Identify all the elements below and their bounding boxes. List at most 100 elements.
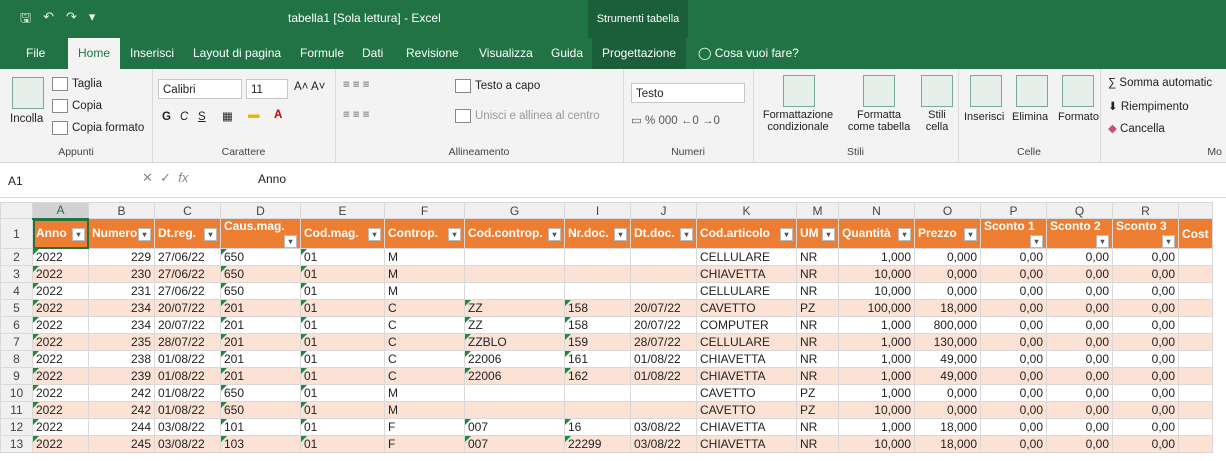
table-column-header[interactable]: Prezzo ▾ [914,218,981,249]
table-cell[interactable]: C [384,333,465,351]
font-name-select[interactable]: Calibri [158,79,242,99]
row-header[interactable]: 12 [0,418,33,436]
table-cell[interactable]: 201 [220,316,301,334]
table-cell[interactable]: 27/06/22 [154,265,221,283]
table-cell[interactable]: 2022 [32,401,89,419]
table-cell[interactable]: 0,00 [980,248,1047,266]
table-cell[interactable] [1178,418,1213,436]
tab-view[interactable]: Visualizza [479,38,533,69]
table-cell[interactable]: 0,00 [980,316,1047,334]
table-column-header[interactable]: Cod.mag. ▾ [300,218,385,249]
table-cell[interactable]: 650 [220,384,301,402]
undo-icon[interactable]: ↶ [43,9,54,31]
table-column-header[interactable]: Dt.doc. ▾ [630,218,697,249]
table-cell[interactable]: 10,000 [838,265,915,283]
fill-color-icon[interactable]: ▬ [248,109,260,121]
italic-button[interactable]: C [180,111,188,123]
formula-input[interactable]: Anno [258,172,286,186]
table-column-header[interactable]: UM ▾ [796,218,839,249]
customize-icon[interactable]: ▾ [89,9,96,31]
table-cell[interactable]: PZ [796,384,839,402]
table-cell[interactable]: CAVETTO [696,384,797,402]
table-cell[interactable]: 158 [564,299,631,317]
table-cell[interactable]: 03/08/22 [630,418,697,436]
table-cell[interactable]: 20/07/22 [630,316,697,334]
tab-page-layout[interactable]: Layout di pagina [193,38,281,69]
clear-button[interactable]: ◆ Cancella [1108,121,1165,135]
table-cell[interactable]: 245 [88,435,155,453]
table-cell[interactable]: 01/08/22 [154,350,221,368]
table-cell[interactable]: 1,000 [838,333,915,351]
table-column-header[interactable]: Anno ▾ [32,218,89,249]
table-cell[interactable]: 10,000 [838,435,915,453]
table-cell[interactable] [1178,384,1213,402]
table-cell[interactable]: 1,000 [838,418,915,436]
filter-dropdown-icon[interactable]: ▾ [1162,235,1175,248]
table-cell[interactable]: 20/07/22 [154,316,221,334]
merge-center-button[interactable]: Unisci e allinea al centro [455,109,600,123]
tab-formulas[interactable]: Formule [300,38,344,69]
table-column-header[interactable]: Sconto 1 ▾ [980,218,1047,249]
table-cell[interactable] [630,401,697,419]
table-cell[interactable]: 2022 [32,248,89,266]
table-cell[interactable]: 235 [88,333,155,351]
table-cell[interactable]: 201 [220,333,301,351]
table-cell[interactable]: 234 [88,299,155,317]
table-cell[interactable]: CAVETTO [696,299,797,317]
font-color-icon[interactable]: A [274,109,282,121]
table-cell[interactable]: 01 [300,401,385,419]
table-cell[interactable]: 0,00 [1046,367,1113,385]
filter-dropdown-icon[interactable]: ▾ [822,228,835,241]
column-header[interactable]: G [464,202,565,219]
row-header[interactable]: 9 [0,367,33,385]
underline-button[interactable]: S [198,111,206,123]
table-cell[interactable]: 0,00 [1046,316,1113,334]
column-header[interactable]: R [1112,202,1179,219]
table-cell[interactable] [630,282,697,300]
table-cell[interactable]: 201 [220,350,301,368]
filter-dropdown-icon[interactable]: ▾ [614,228,627,241]
table-cell[interactable]: 0,00 [980,367,1047,385]
insert-cells-button[interactable]: Inserisci [964,111,1004,123]
table-cell[interactable] [1178,401,1213,419]
tab-design[interactable]: Progettazione [592,38,687,69]
column-header[interactable]: E [300,202,385,219]
table-cell[interactable]: 0,00 [1112,367,1179,385]
conditional-format-button[interactable]: Formattazione condizionale [757,109,839,133]
cell-styles-icon[interactable] [921,75,953,107]
format-as-table-button[interactable]: Formatta come tabella [843,109,915,133]
format-painter-button[interactable]: Copia formato [52,121,144,135]
fill-button[interactable]: ⬇ Riempimento [1108,99,1189,113]
table-cell[interactable]: 130,000 [914,333,981,351]
table-cell[interactable]: C [384,367,465,385]
table-cell[interactable] [630,265,697,283]
table-cell[interactable]: 0,00 [1046,350,1113,368]
table-cell[interactable]: C [384,316,465,334]
table-cell[interactable]: 161 [564,350,631,368]
table-cell[interactable] [564,401,631,419]
table-cell[interactable]: 0,00 [980,350,1047,368]
delete-cells-icon[interactable] [1016,75,1048,107]
table-cell[interactable]: 0,00 [1046,418,1113,436]
table-cell[interactable]: 2022 [32,282,89,300]
row-header[interactable]: 2 [0,248,33,266]
table-cell[interactable]: 1,000 [838,350,915,368]
table-column-header[interactable]: Cod.articolo ▾ [696,218,797,249]
table-cell[interactable]: 22006 [464,350,565,368]
table-cell[interactable] [1178,333,1213,351]
table-cell[interactable]: 0,00 [980,265,1047,283]
table-column-header[interactable]: Controp. ▾ [384,218,465,249]
table-cell[interactable]: M [384,401,465,419]
table-cell[interactable]: 2022 [32,435,89,453]
column-header[interactable]: Q [1046,202,1113,219]
table-cell[interactable]: 0,00 [1112,435,1179,453]
table-cell[interactable]: 49,000 [914,367,981,385]
table-cell[interactable]: 01 [300,282,385,300]
table-column-header[interactable]: Sconto 2 ▾ [1046,218,1113,249]
table-cell[interactable]: 01 [300,248,385,266]
filter-dropdown-icon[interactable]: ▾ [138,228,151,241]
tell-me-search[interactable]: ◯ Cosa vuoi fare? [698,38,799,69]
table-cell[interactable] [564,384,631,402]
table-cell[interactable] [1178,435,1213,453]
select-all-corner[interactable] [0,202,33,219]
